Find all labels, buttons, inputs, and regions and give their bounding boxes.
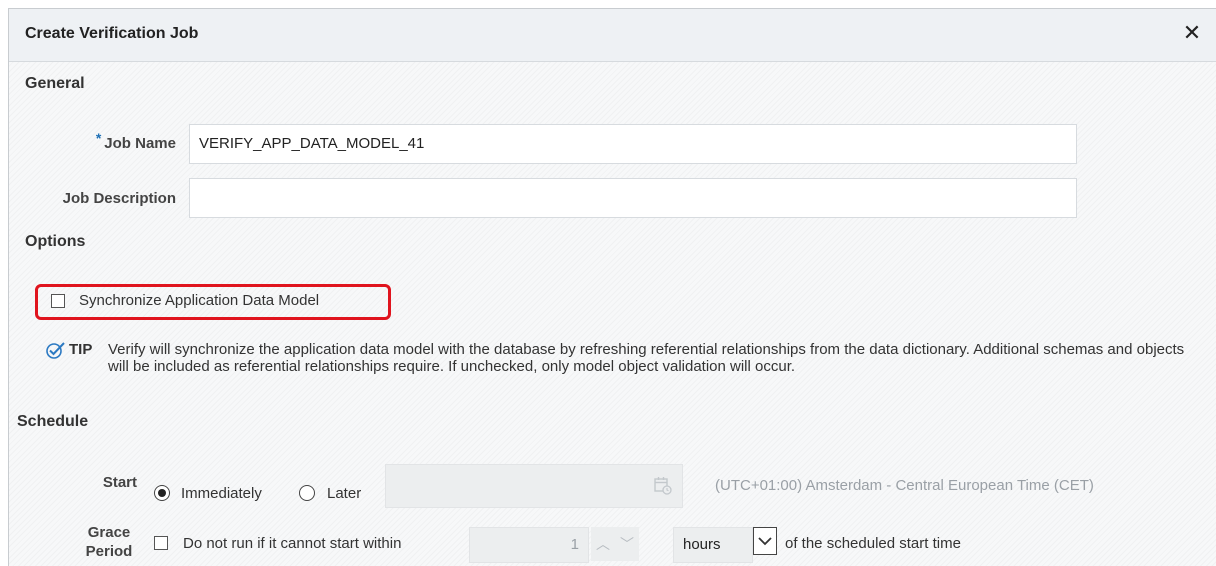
unit-dropdown-button[interactable] (753, 527, 777, 555)
section-heading-general: General (25, 75, 85, 92)
grace-period-amount-input[interactable]: 1 (469, 527, 589, 563)
tip-text: Verify will synchronize the application … (108, 341, 1185, 375)
job-name-input[interactable]: VERIFY_APP_DATA_MODEL_41 (189, 124, 1077, 164)
dialog-titlebar: Create Verification Job ✕ (9, 9, 1216, 62)
radio-immediately-label[interactable]: Immediately (181, 485, 262, 502)
grace-period-suffix: of the scheduled start time (785, 535, 961, 552)
radio-later-label[interactable]: Later (327, 485, 361, 502)
job-name-label-text: Job Name (104, 135, 176, 152)
job-description-input[interactable] (189, 178, 1077, 218)
start-label: Start (102, 474, 137, 491)
job-name-label: * Job Name (49, 130, 176, 152)
increment-button[interactable]: ︿ (591, 527, 615, 561)
tip-label: TIP (69, 341, 93, 358)
grace-period-unit-select[interactable]: hours (673, 527, 753, 563)
grace-period-checkbox[interactable] (154, 536, 168, 550)
synchronize-checkbox-label[interactable]: Synchronize Application Data Model (79, 292, 319, 309)
grace-period-label: Grace Period (79, 523, 139, 561)
grace-period-label-line2: Period (85, 543, 133, 560)
chevron-down-icon (758, 537, 772, 546)
decrement-button[interactable]: ﹀ (615, 527, 639, 561)
create-verification-job-dialog: Create Verification Job ✕ General * Job N… (8, 8, 1216, 566)
close-icon[interactable]: ✕ (1181, 22, 1203, 44)
job-description-label: Job Description (62, 190, 176, 207)
section-heading-options: Options (25, 233, 86, 250)
radio-later[interactable] (299, 485, 315, 501)
radio-immediately[interactable] (154, 485, 170, 501)
timezone-label: (UTC+01:00) Amsterdam - Central European… (715, 477, 1094, 494)
check-circle-icon (46, 342, 65, 359)
section-heading-schedule: Schedule (17, 413, 89, 430)
grace-period-checkbox-label[interactable]: Do not run if it cannot start within (183, 535, 401, 552)
dialog-title: Create Verification Job (25, 25, 199, 42)
grace-period-label-line1: Grace (87, 524, 131, 541)
calendar-icon[interactable] (653, 475, 673, 495)
synchronize-checkbox[interactable] (51, 294, 65, 308)
required-mark: * (95, 130, 102, 146)
start-datetime-input[interactable] (385, 464, 683, 508)
